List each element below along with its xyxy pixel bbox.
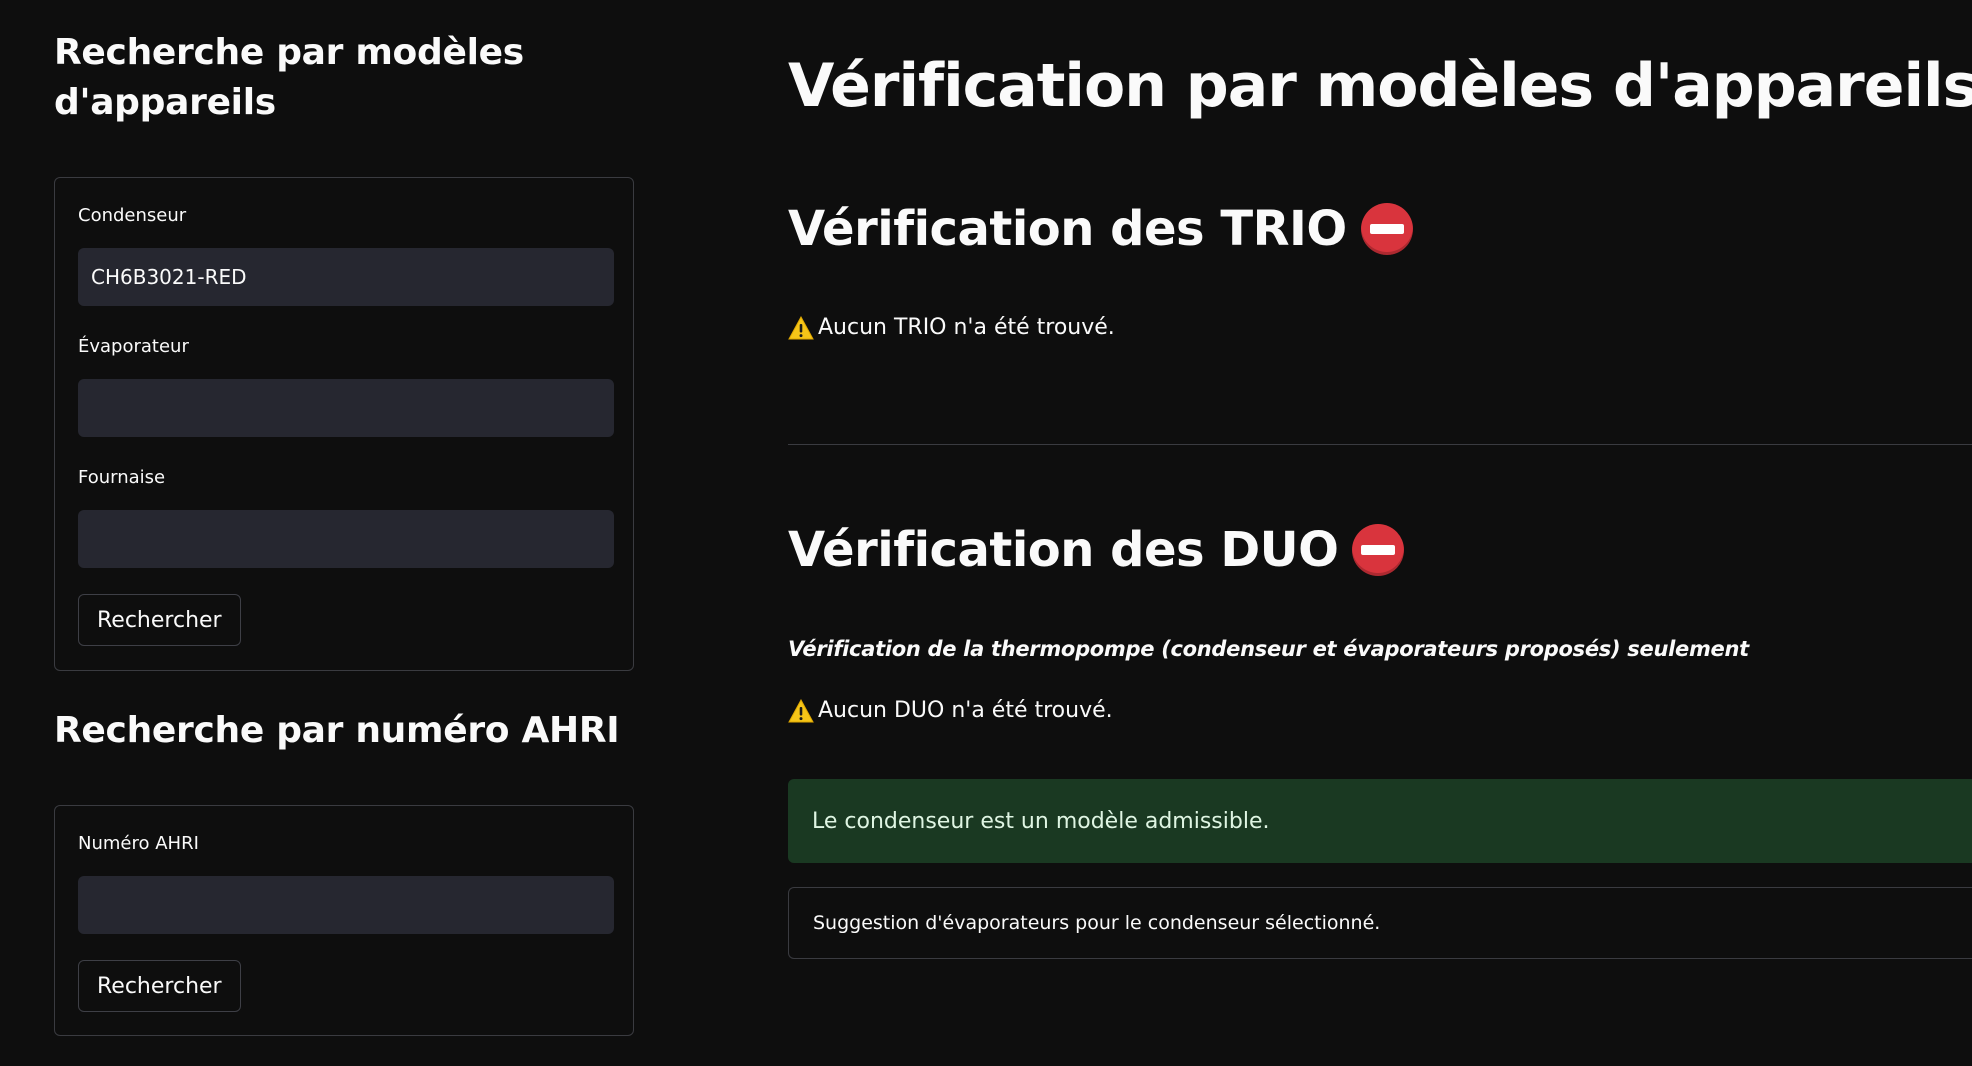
model-search-button[interactable]: Rechercher	[78, 594, 241, 646]
evaporator-suggestion-expander[interactable]: Suggestion d'évaporateurs pour le conden…	[788, 887, 1972, 959]
success-alert: Le condenseur est un modèle admissible.	[788, 779, 1972, 863]
app-root: Recherche par modèles d'appareils Conden…	[0, 0, 1972, 1066]
no-entry-icon	[1360, 203, 1413, 255]
warning-icon	[788, 699, 814, 723]
duo-warning-text: Aucun DUO n'a été trouvé.	[818, 698, 1113, 723]
warning-icon	[788, 316, 814, 340]
duo-caption: Vérification de la thermopompe (condense…	[788, 637, 1749, 661]
evaporator-label: Évaporateur	[78, 336, 189, 357]
trio-section-title: Vérification des TRIO	[788, 197, 1413, 261]
ahri-search-button[interactable]: Rechercher	[78, 960, 241, 1012]
ahri-label: Numéro AHRI	[78, 833, 199, 854]
sidebar: Recherche par modèles d'appareils Conden…	[0, 0, 700, 1066]
duo-title-text: Vérification des DUO	[788, 522, 1339, 578]
duo-section-title: Vérification des DUO	[788, 518, 1405, 582]
main-content: Vérification par modèles d'appareils Vér…	[788, 0, 1972, 1066]
furnace-label: Fournaise	[78, 467, 166, 488]
ahri-search-title: Recherche par numéro AHRI	[54, 710, 620, 751]
evaporator-input[interactable]	[78, 379, 614, 437]
condenser-input[interactable]	[78, 248, 614, 306]
furnace-input[interactable]	[78, 510, 614, 568]
ahri-input[interactable]	[78, 876, 614, 934]
expander-label: Suggestion d'évaporateurs pour le conden…	[813, 912, 1381, 934]
success-alert-text: Le condenseur est un modèle admissible.	[812, 808, 1270, 834]
trio-warning-text: Aucun TRIO n'a été trouvé.	[818, 315, 1115, 340]
no-entry-icon	[1352, 524, 1405, 576]
trio-title-text: Vérification des TRIO	[788, 201, 1347, 257]
ahri-search-form: Numéro AHRI Rechercher	[54, 805, 634, 1036]
model-search-form: Condenseur Évaporateur Fournaise Recherc…	[54, 177, 634, 671]
page-title: Vérification par modèles d'appareils	[788, 51, 1972, 121]
model-search-title: Recherche par modèles d'appareils	[54, 32, 524, 123]
duo-warning: Aucun DUO n'a été trouvé.	[788, 696, 1113, 726]
condenser-label: Condenseur	[78, 205, 187, 226]
section-divider	[788, 444, 1972, 445]
trio-warning: Aucun TRIO n'a été trouvé.	[788, 313, 1115, 343]
